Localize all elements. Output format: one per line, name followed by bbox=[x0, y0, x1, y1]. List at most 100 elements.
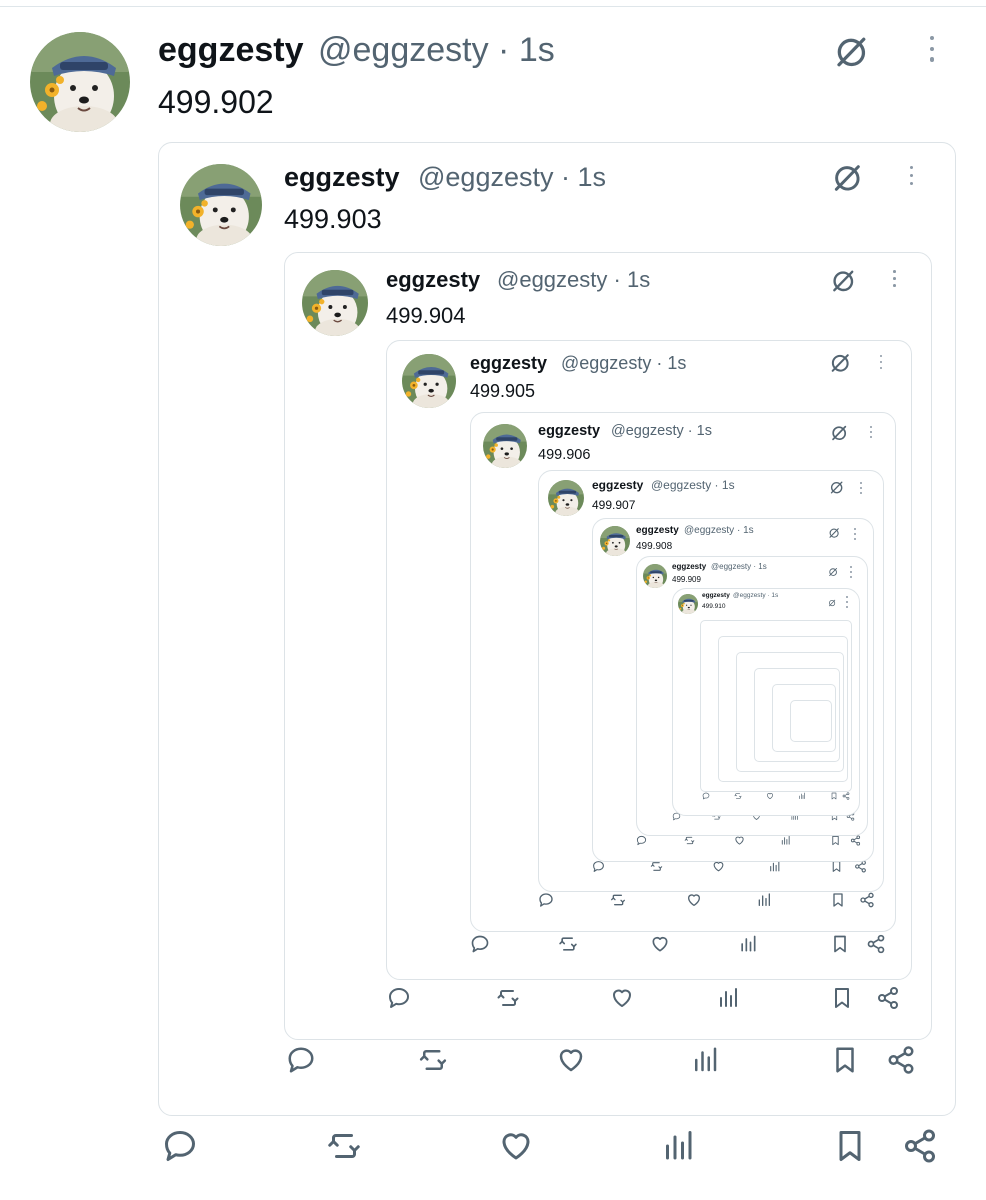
share-icon[interactable] bbox=[850, 834, 861, 846]
avatar[interactable] bbox=[678, 594, 698, 614]
reply-icon[interactable] bbox=[538, 892, 554, 908]
more-vertical-icon[interactable] bbox=[880, 355, 883, 373]
views-icon[interactable] bbox=[716, 986, 740, 1010]
author-display-name[interactable]: eggzesty bbox=[284, 160, 400, 195]
author-handle-time[interactable]: @eggzesty · 1s bbox=[318, 28, 555, 72]
grok-icon[interactable] bbox=[828, 564, 838, 576]
bookmark-icon[interactable] bbox=[830, 1045, 860, 1075]
share-icon[interactable] bbox=[866, 934, 886, 954]
avatar[interactable] bbox=[402, 354, 456, 408]
bookmark-icon[interactable] bbox=[830, 835, 841, 846]
repost-icon[interactable] bbox=[610, 892, 626, 908]
author-display-name[interactable]: eggzesty bbox=[636, 524, 679, 537]
views-icon[interactable] bbox=[660, 1128, 696, 1164]
author-handle-time[interactable]: @eggzesty · 1s bbox=[497, 266, 650, 295]
author-handle-time[interactable]: @eggzesty · 1s bbox=[561, 352, 686, 375]
repost-icon[interactable] bbox=[734, 792, 742, 800]
bookmark-icon[interactable] bbox=[832, 1128, 868, 1164]
repost-icon[interactable] bbox=[558, 934, 578, 954]
more-vertical-icon[interactable] bbox=[893, 270, 896, 291]
grok-icon[interactable] bbox=[829, 480, 844, 495]
author-handle[interactable]: @eggzesty bbox=[611, 423, 684, 439]
more-vertical-icon[interactable] bbox=[870, 426, 872, 440]
more-vertical-icon[interactable] bbox=[854, 528, 856, 542]
share-icon[interactable] bbox=[859, 892, 875, 908]
timestamp[interactable]: 1s bbox=[519, 31, 555, 69]
author-handle[interactable]: @eggzesty bbox=[733, 592, 766, 599]
like-icon[interactable] bbox=[734, 835, 745, 846]
views-icon[interactable] bbox=[756, 892, 772, 908]
grok-icon[interactable] bbox=[833, 34, 869, 70]
more-vertical-icon[interactable] bbox=[846, 596, 848, 610]
share-icon[interactable] bbox=[886, 1045, 916, 1075]
author-display-name[interactable]: eggzesty bbox=[672, 562, 706, 572]
author-handle[interactable]: @eggzesty bbox=[711, 562, 751, 571]
author-handle[interactable]: @eggzesty bbox=[497, 267, 607, 292]
repost-icon[interactable] bbox=[418, 1045, 448, 1075]
reply-icon[interactable] bbox=[636, 835, 647, 846]
grok-icon[interactable] bbox=[829, 352, 851, 374]
author-display-name[interactable]: eggzesty bbox=[592, 478, 643, 494]
repost-icon[interactable] bbox=[496, 986, 520, 1010]
avatar[interactable] bbox=[643, 564, 667, 588]
share-icon[interactable] bbox=[902, 1128, 938, 1164]
views-icon[interactable] bbox=[738, 934, 758, 954]
share-icon[interactable] bbox=[876, 986, 900, 1010]
views-icon[interactable] bbox=[780, 835, 791, 846]
like-icon[interactable] bbox=[556, 1045, 586, 1075]
author-handle[interactable]: @eggzesty bbox=[318, 31, 489, 69]
timestamp[interactable]: 1s bbox=[758, 562, 766, 571]
views-icon[interactable] bbox=[798, 792, 806, 800]
reply-icon[interactable] bbox=[702, 792, 710, 800]
more-vertical-icon[interactable] bbox=[930, 36, 935, 68]
timestamp[interactable]: 1s bbox=[697, 423, 712, 439]
author-handle[interactable]: @eggzesty bbox=[684, 525, 734, 536]
timestamp[interactable]: 1s bbox=[577, 162, 606, 192]
author-handle-time[interactable]: @eggzesty · 1s bbox=[418, 160, 606, 195]
share-icon[interactable] bbox=[842, 792, 850, 800]
avatar[interactable] bbox=[600, 526, 630, 556]
timestamp[interactable]: 1s bbox=[743, 525, 754, 536]
author-handle-time[interactable]: @eggzesty · 1s bbox=[711, 562, 767, 572]
avatar[interactable] bbox=[302, 270, 368, 336]
author-handle[interactable]: @eggzesty bbox=[651, 478, 711, 492]
like-icon[interactable] bbox=[766, 792, 774, 800]
author-handle-time[interactable]: @eggzesty · 1s bbox=[651, 478, 735, 494]
author-display-name[interactable]: eggzesty bbox=[538, 422, 600, 441]
grok-icon[interactable] bbox=[830, 268, 856, 294]
timestamp[interactable]: 1s bbox=[722, 478, 735, 492]
bookmark-icon[interactable] bbox=[830, 792, 838, 800]
reply-icon[interactable] bbox=[470, 934, 490, 954]
more-vertical-icon[interactable] bbox=[850, 566, 852, 580]
grok-icon[interactable] bbox=[831, 162, 863, 194]
like-icon[interactable] bbox=[610, 986, 634, 1010]
author-display-name[interactable]: eggzesty bbox=[158, 28, 304, 72]
avatar[interactable] bbox=[30, 32, 130, 132]
repost-icon[interactable] bbox=[326, 1128, 362, 1164]
author-handle[interactable]: @eggzesty bbox=[418, 162, 553, 192]
reply-icon[interactable] bbox=[162, 1128, 198, 1164]
reply-icon[interactable] bbox=[286, 1045, 316, 1075]
reply-icon[interactable] bbox=[387, 986, 411, 1010]
author-handle-time[interactable]: @eggzesty · 1s bbox=[684, 524, 754, 537]
grok-icon[interactable] bbox=[828, 526, 840, 538]
author-display-name[interactable]: eggzesty bbox=[386, 266, 480, 295]
author-handle[interactable]: @eggzesty bbox=[561, 353, 651, 373]
author-handle-time[interactable]: @eggzesty · 1s bbox=[733, 592, 778, 600]
more-vertical-icon[interactable] bbox=[910, 166, 914, 190]
avatar[interactable] bbox=[483, 424, 527, 468]
views-icon[interactable] bbox=[690, 1045, 720, 1075]
more-vertical-icon[interactable] bbox=[860, 482, 862, 496]
bookmark-icon[interactable] bbox=[830, 892, 846, 908]
like-icon[interactable] bbox=[686, 892, 702, 908]
grok-icon[interactable] bbox=[828, 594, 836, 607]
bookmark-icon[interactable] bbox=[830, 934, 850, 954]
timestamp[interactable]: 1s bbox=[771, 592, 778, 599]
grok-icon[interactable] bbox=[830, 424, 848, 442]
timestamp[interactable]: 1s bbox=[667, 353, 686, 373]
avatar[interactable] bbox=[548, 480, 584, 516]
timestamp[interactable]: 1s bbox=[627, 267, 650, 292]
like-icon[interactable] bbox=[650, 934, 670, 954]
author-display-name[interactable]: eggzesty bbox=[702, 592, 730, 600]
author-display-name[interactable]: eggzesty bbox=[470, 352, 547, 375]
